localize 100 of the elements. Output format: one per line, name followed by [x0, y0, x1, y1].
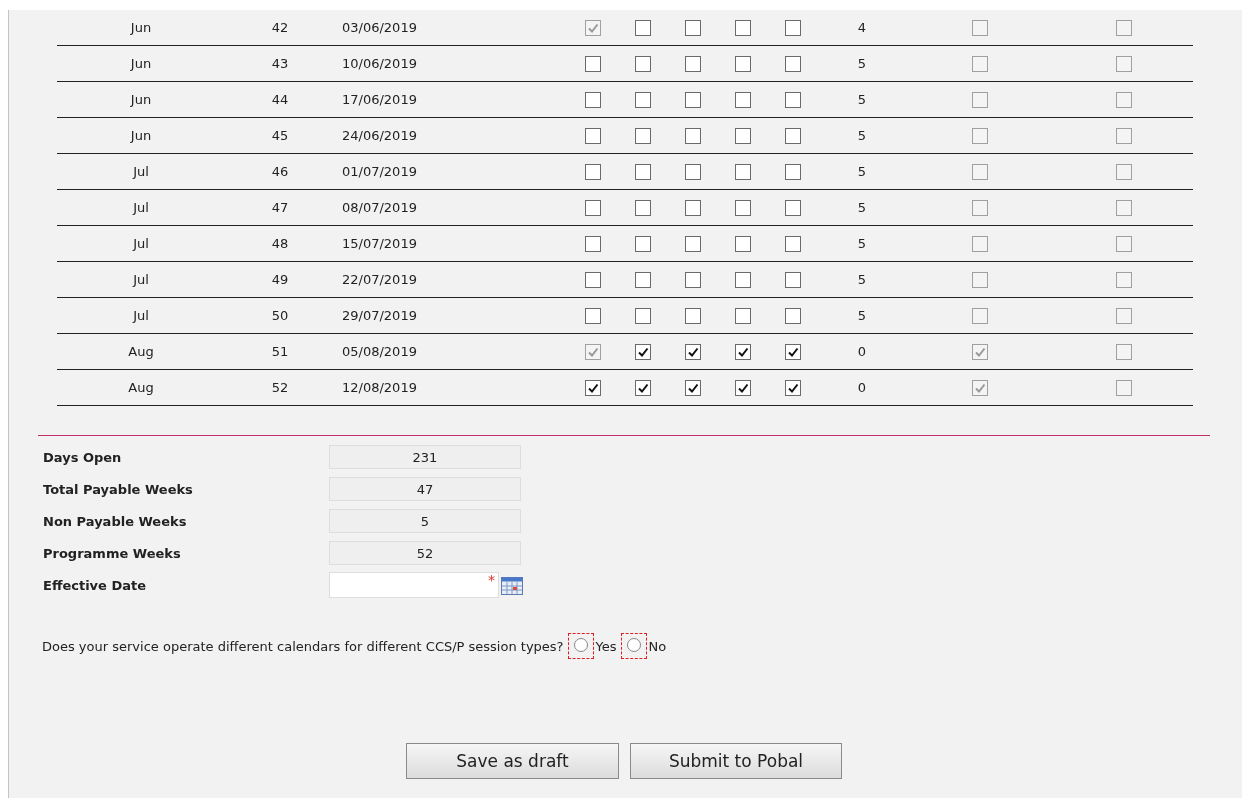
checkbox[interactable] — [785, 163, 801, 180]
date-cell-text: 22/07/2019 — [341, 272, 417, 287]
checkbox[interactable] — [735, 379, 751, 396]
week-cell: 47 — [271, 200, 289, 215]
count-cell: 4 — [857, 20, 867, 35]
checkbox[interactable] — [685, 235, 701, 252]
checkbox[interactable] — [735, 235, 751, 252]
date-cell-text: 03/06/2019 — [341, 20, 417, 35]
date-cell-text: 29/07/2019 — [341, 308, 417, 323]
week-cell: 52 — [271, 380, 289, 395]
checkbox[interactable] — [785, 55, 801, 72]
checkbox[interactable] — [785, 271, 801, 288]
checkbox[interactable] — [685, 127, 701, 144]
week-cell: 49 — [271, 272, 289, 287]
checkbox[interactable] — [585, 163, 601, 180]
date-cell-text: 15/07/2019 — [341, 236, 417, 251]
date-cell-text: 17/06/2019 — [341, 92, 417, 107]
checkbox[interactable] — [685, 91, 701, 108]
checkbox[interactable] — [685, 343, 701, 360]
week-cell: 48 — [271, 236, 289, 251]
calendar-icon[interactable] — [501, 575, 523, 595]
checkbox[interactable] — [635, 163, 651, 180]
date-cell-text: 01/07/2019 — [341, 164, 417, 179]
date-cell-text: 05/08/2019 — [341, 344, 417, 359]
checkbox[interactable] — [735, 307, 751, 324]
count-cell: 5 — [857, 92, 867, 107]
checkbox[interactable] — [585, 55, 601, 72]
required-mark: * — [488, 573, 495, 590]
checkbox[interactable] — [685, 271, 701, 288]
checkbox[interactable] — [785, 199, 801, 216]
submit-button[interactable]: Submit to Pobal — [630, 743, 842, 779]
week-cell: 44 — [271, 92, 289, 107]
count-cell: 5 — [857, 272, 867, 287]
checkbox[interactable] — [785, 307, 801, 324]
checkbox[interactable] — [585, 235, 601, 252]
checkbox[interactable] — [635, 91, 651, 108]
count-cell: 5 — [857, 308, 867, 323]
checkbox[interactable] — [685, 307, 701, 324]
checkbox[interactable] — [635, 307, 651, 324]
radio-button[interactable] — [573, 638, 588, 652]
checkbox[interactable] — [585, 127, 601, 144]
date-input-field[interactable]: * — [329, 572, 499, 598]
question-text: Does your service operate different calendars for different CCS/P session types? — [42, 638, 564, 654]
month-cell: Jun — [130, 56, 152, 71]
checkbox[interactable] — [685, 163, 701, 180]
count-cell: 0 — [857, 344, 867, 359]
checkbox[interactable] — [735, 55, 751, 72]
week-cell: 43 — [271, 56, 289, 71]
checkbox[interactable] — [735, 271, 751, 288]
field-label: Days Open — [43, 449, 123, 465]
checkbox[interactable] — [585, 271, 601, 288]
month-cell: Jul — [133, 236, 149, 251]
checkbox[interactable] — [635, 127, 651, 144]
date-cell-text: 12/08/2019 — [341, 380, 417, 395]
checkbox[interactable] — [685, 55, 701, 72]
checkbox[interactable] — [735, 343, 751, 360]
checkbox[interactable] — [635, 271, 651, 288]
field-label: Total Payable Weeks — [43, 481, 194, 497]
checkbox[interactable] — [585, 199, 601, 216]
count-cell: 5 — [857, 56, 867, 71]
month-cell: Aug — [128, 380, 154, 395]
readonly-field: 5 — [329, 509, 521, 533]
count-cell: 5 — [857, 236, 867, 251]
checkbox[interactable] — [635, 235, 651, 252]
readonly-field: 47 — [329, 477, 521, 501]
checkbox[interactable] — [735, 127, 751, 144]
checkbox[interactable] — [785, 127, 801, 144]
checkbox[interactable] — [685, 199, 701, 216]
checkbox[interactable] — [735, 163, 751, 180]
week-cell: 45 — [271, 128, 289, 143]
checkbox[interactable] — [635, 379, 651, 396]
readonly-field: 52 — [329, 541, 521, 565]
count-cell: 5 — [857, 200, 867, 215]
checkbox[interactable] — [685, 379, 701, 396]
checkbox[interactable] — [785, 19, 801, 36]
radio-label[interactable]: Yes — [595, 638, 617, 654]
count-cell: 5 — [857, 128, 867, 143]
radio-label[interactable]: No — [648, 638, 667, 654]
checkbox[interactable] — [635, 55, 651, 72]
checkbox[interactable] — [635, 343, 651, 360]
checkbox[interactable] — [585, 307, 601, 324]
checkbox[interactable] — [785, 379, 801, 396]
month-cell: Jul — [133, 200, 149, 215]
checkbox[interactable] — [735, 19, 751, 36]
radio-button[interactable] — [626, 638, 641, 652]
checkbox[interactable] — [735, 91, 751, 108]
month-cell: Jul — [133, 164, 149, 179]
save-draft-button[interactable]: Save as draft — [406, 743, 619, 779]
checkbox[interactable] — [735, 199, 751, 216]
checkbox[interactable] — [635, 199, 651, 216]
checkbox[interactable] — [685, 19, 701, 36]
month-cell: Jul — [133, 272, 149, 287]
checkbox[interactable] — [635, 19, 651, 36]
checkbox[interactable] — [785, 235, 801, 252]
date-cell-text: 08/07/2019 — [341, 200, 417, 215]
checkbox[interactable] — [785, 343, 801, 360]
field-label: Programme Weeks — [43, 545, 182, 561]
checkbox[interactable] — [585, 379, 601, 396]
checkbox[interactable] — [785, 91, 801, 108]
checkbox[interactable] — [585, 91, 601, 108]
